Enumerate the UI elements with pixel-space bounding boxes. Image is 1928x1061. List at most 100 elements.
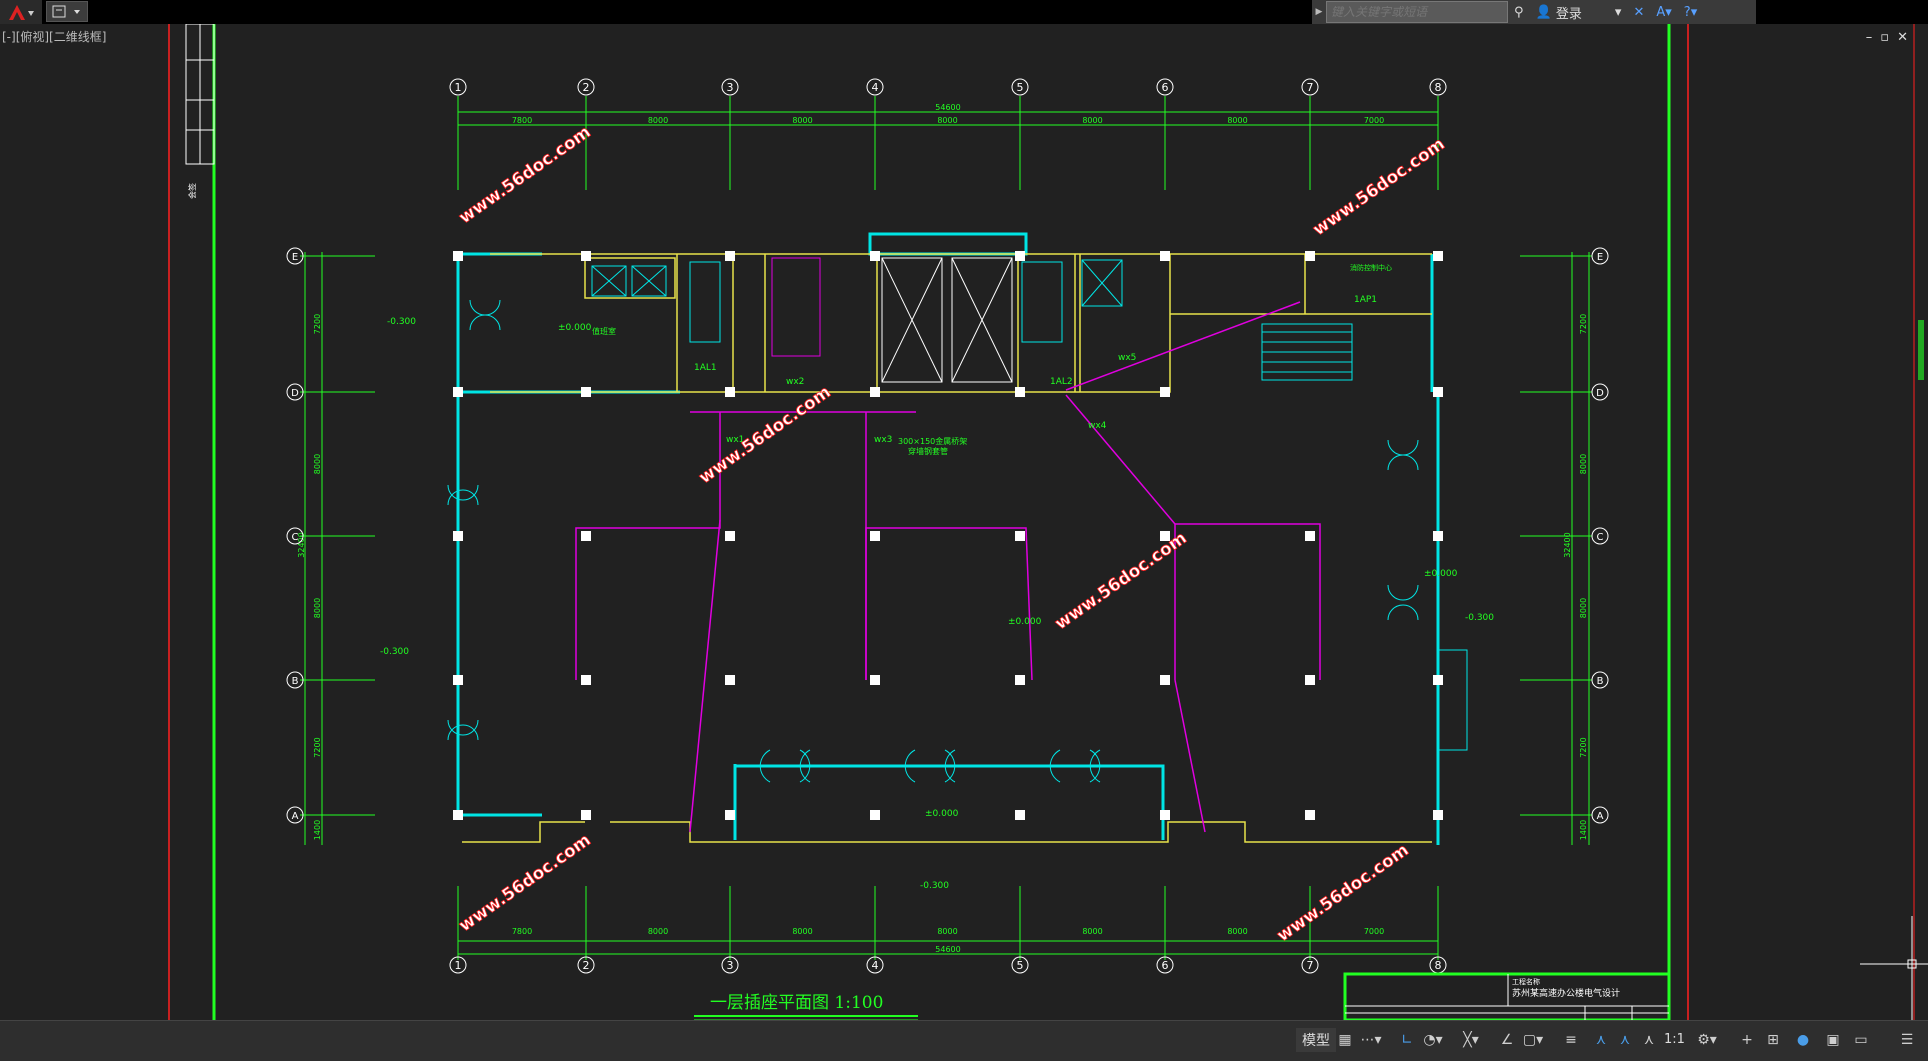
svg-text:1: 1: [455, 959, 462, 972]
polar-icon[interactable]: ◔▾: [1422, 1029, 1444, 1051]
svg-text:8: 8: [1435, 81, 1442, 94]
user-icon: 👤: [1535, 4, 1556, 20]
svg-text:8000: 8000: [313, 454, 322, 474]
clean-screen-icon[interactable]: ▭: [1850, 1029, 1872, 1051]
svg-text:8000: 8000: [1082, 116, 1102, 125]
grid-icon[interactable]: ▦: [1334, 1029, 1356, 1051]
login-button[interactable]: 👤 登录 ▾: [1530, 0, 1628, 24]
svg-text:D: D: [291, 388, 299, 399]
svg-text:8: 8: [1435, 959, 1442, 972]
svg-text:工程名称: 工程名称: [1512, 977, 1540, 986]
svg-text:1AL2: 1AL2: [1050, 377, 1073, 387]
help-icon[interactable]: ?▾: [1678, 0, 1703, 24]
scroll-indicator: [1918, 320, 1924, 380]
drawing-title: 一层插座平面图 1:100: [710, 993, 883, 1013]
svg-text:6: 6: [1162, 81, 1169, 94]
drawing-canvas[interactable]: 会签 1 1 2 2 3 3 4 4 5 5 6 6 7 7 8 8 7800 7800 8000 8000 8000…: [0, 24, 1928, 1020]
svg-text:4: 4: [872, 959, 879, 972]
grid-bubble-A: A: [1591, 806, 1609, 824]
expand-arrow-icon[interactable]: ▶: [1312, 0, 1326, 24]
svg-text:苏州某高速办公楼电气设计: 苏州某高速办公楼电气设计: [1512, 987, 1620, 999]
grid-bubble-2: 2: [577, 78, 595, 96]
svg-text:www.56doc.com: www.56doc.com: [455, 122, 594, 228]
svg-text:7800: 7800: [512, 927, 532, 936]
annotation-icon[interactable]: ⋏: [1638, 1029, 1660, 1051]
svg-text:1400: 1400: [313, 820, 322, 840]
grid-bubble-1: 1: [449, 956, 467, 974]
snap-icon[interactable]: ⋯▾: [1360, 1029, 1382, 1051]
svg-text:D: D: [1596, 388, 1604, 399]
svg-text:C: C: [292, 532, 299, 543]
svg-text:54600: 54600: [935, 103, 960, 112]
autocad-logo-icon: [9, 5, 34, 20]
login-label: 登录: [1555, 6, 1582, 22]
osnap-icon[interactable]: ╳▾: [1460, 1029, 1482, 1051]
selection-icon[interactable]: ▢▾: [1522, 1029, 1544, 1051]
grid-bubble-2: 2: [577, 956, 595, 974]
grid-bubble-4: 4: [866, 956, 884, 974]
annotation-visibility-icon[interactable]: ⋏: [1614, 1029, 1636, 1051]
binoculars-icon[interactable]: ⚲: [1508, 0, 1530, 24]
grid-bubble-8: 8: [1429, 956, 1447, 974]
search-input[interactable]: [1326, 1, 1508, 23]
plus-icon[interactable]: +: [1736, 1029, 1758, 1051]
svg-text:wx2: wx2: [786, 377, 804, 387]
svg-text:7200: 7200: [313, 737, 322, 757]
svg-text:7000: 7000: [1364, 116, 1384, 125]
svg-text:www.56doc.com: www.56doc.com: [1051, 528, 1190, 634]
svg-text:-0.300: -0.300: [1465, 613, 1494, 623]
svg-text:7000: 7000: [1364, 927, 1384, 936]
svg-text:300×150金属桥架: 300×150金属桥架: [898, 436, 967, 446]
svg-text:值班室: 值班室: [592, 326, 616, 336]
svg-text:8000: 8000: [1227, 116, 1247, 125]
grid-bubble-3: 3: [721, 956, 739, 974]
svg-text:±0.000: ±0.000: [558, 323, 592, 333]
ortho-icon[interactable]: ∟: [1396, 1029, 1418, 1051]
grid-bubble-C: C: [1591, 527, 1609, 545]
isolate-icon[interactable]: ●: [1792, 1029, 1814, 1051]
svg-text:±0.000: ±0.000: [1424, 569, 1458, 579]
svg-text:1AP1: 1AP1: [1354, 295, 1377, 305]
svg-text:8000: 8000: [792, 927, 812, 936]
quick-access-toolbar[interactable]: [46, 1, 88, 22]
svg-text:5: 5: [1017, 81, 1024, 94]
svg-text:C: C: [1597, 532, 1604, 543]
autodesk-a360-icon[interactable]: A▾: [1650, 0, 1677, 24]
application-menu-button[interactable]: [0, 0, 42, 24]
svg-text:1400: 1400: [1579, 820, 1588, 840]
grid-bubble-6: 6: [1156, 78, 1174, 96]
grid-bubble-8: 8: [1429, 78, 1447, 96]
grid-bubble-E: E: [1591, 247, 1609, 265]
svg-text:会签: 会签: [187, 183, 197, 199]
settings-icon[interactable]: ⚙▾: [1696, 1029, 1718, 1051]
svg-text:wx4: wx4: [1088, 421, 1107, 431]
customize-menu-icon[interactable]: ☰: [1896, 1029, 1918, 1051]
model-space-button[interactable]: 模型: [1296, 1028, 1336, 1052]
svg-text:8000: 8000: [648, 927, 668, 936]
angle-icon[interactable]: ∠: [1496, 1029, 1518, 1051]
svg-text:8000: 8000: [648, 116, 668, 125]
status-bar: 模型 ▦ ⋯▾ ∟ ◔▾ ╳▾ ∠ ▢▾ ≡ ⋏ ⋏ ⋏ 1:1 ⚙▾ + ⊞ …: [0, 1020, 1928, 1061]
scale-selector[interactable]: 1:1: [1664, 1029, 1685, 1051]
grid-bubble-5: 5: [1011, 78, 1029, 96]
annotation-scale-icon[interactable]: ⋏: [1590, 1029, 1612, 1051]
svg-text:-0.300: -0.300: [920, 881, 949, 891]
svg-text:8000: 8000: [1579, 454, 1588, 474]
svg-text:7200: 7200: [1579, 314, 1588, 334]
lineweight-icon[interactable]: ≡: [1560, 1029, 1582, 1051]
svg-text:7: 7: [1307, 959, 1314, 972]
grid-bubble-7: 7: [1301, 956, 1319, 974]
svg-text:www.56doc.com: www.56doc.com: [455, 830, 594, 936]
svg-text:7: 7: [1307, 81, 1314, 94]
workspace-icon[interactable]: ⊞: [1762, 1029, 1784, 1051]
grid-bubble-B: B: [1591, 671, 1609, 689]
svg-text:7200: 7200: [313, 314, 322, 334]
graphics-icon[interactable]: ▣: [1822, 1029, 1844, 1051]
svg-text:1: 1: [455, 81, 462, 94]
exchange-icon[interactable]: ✕: [1627, 0, 1650, 24]
svg-text:-0.300: -0.300: [387, 317, 416, 327]
svg-text:www.56doc.com: www.56doc.com: [1273, 840, 1412, 946]
svg-text:穿墙钢套管: 穿墙钢套管: [908, 446, 948, 456]
svg-text:1AL1: 1AL1: [694, 363, 717, 373]
svg-text:3: 3: [727, 81, 734, 94]
